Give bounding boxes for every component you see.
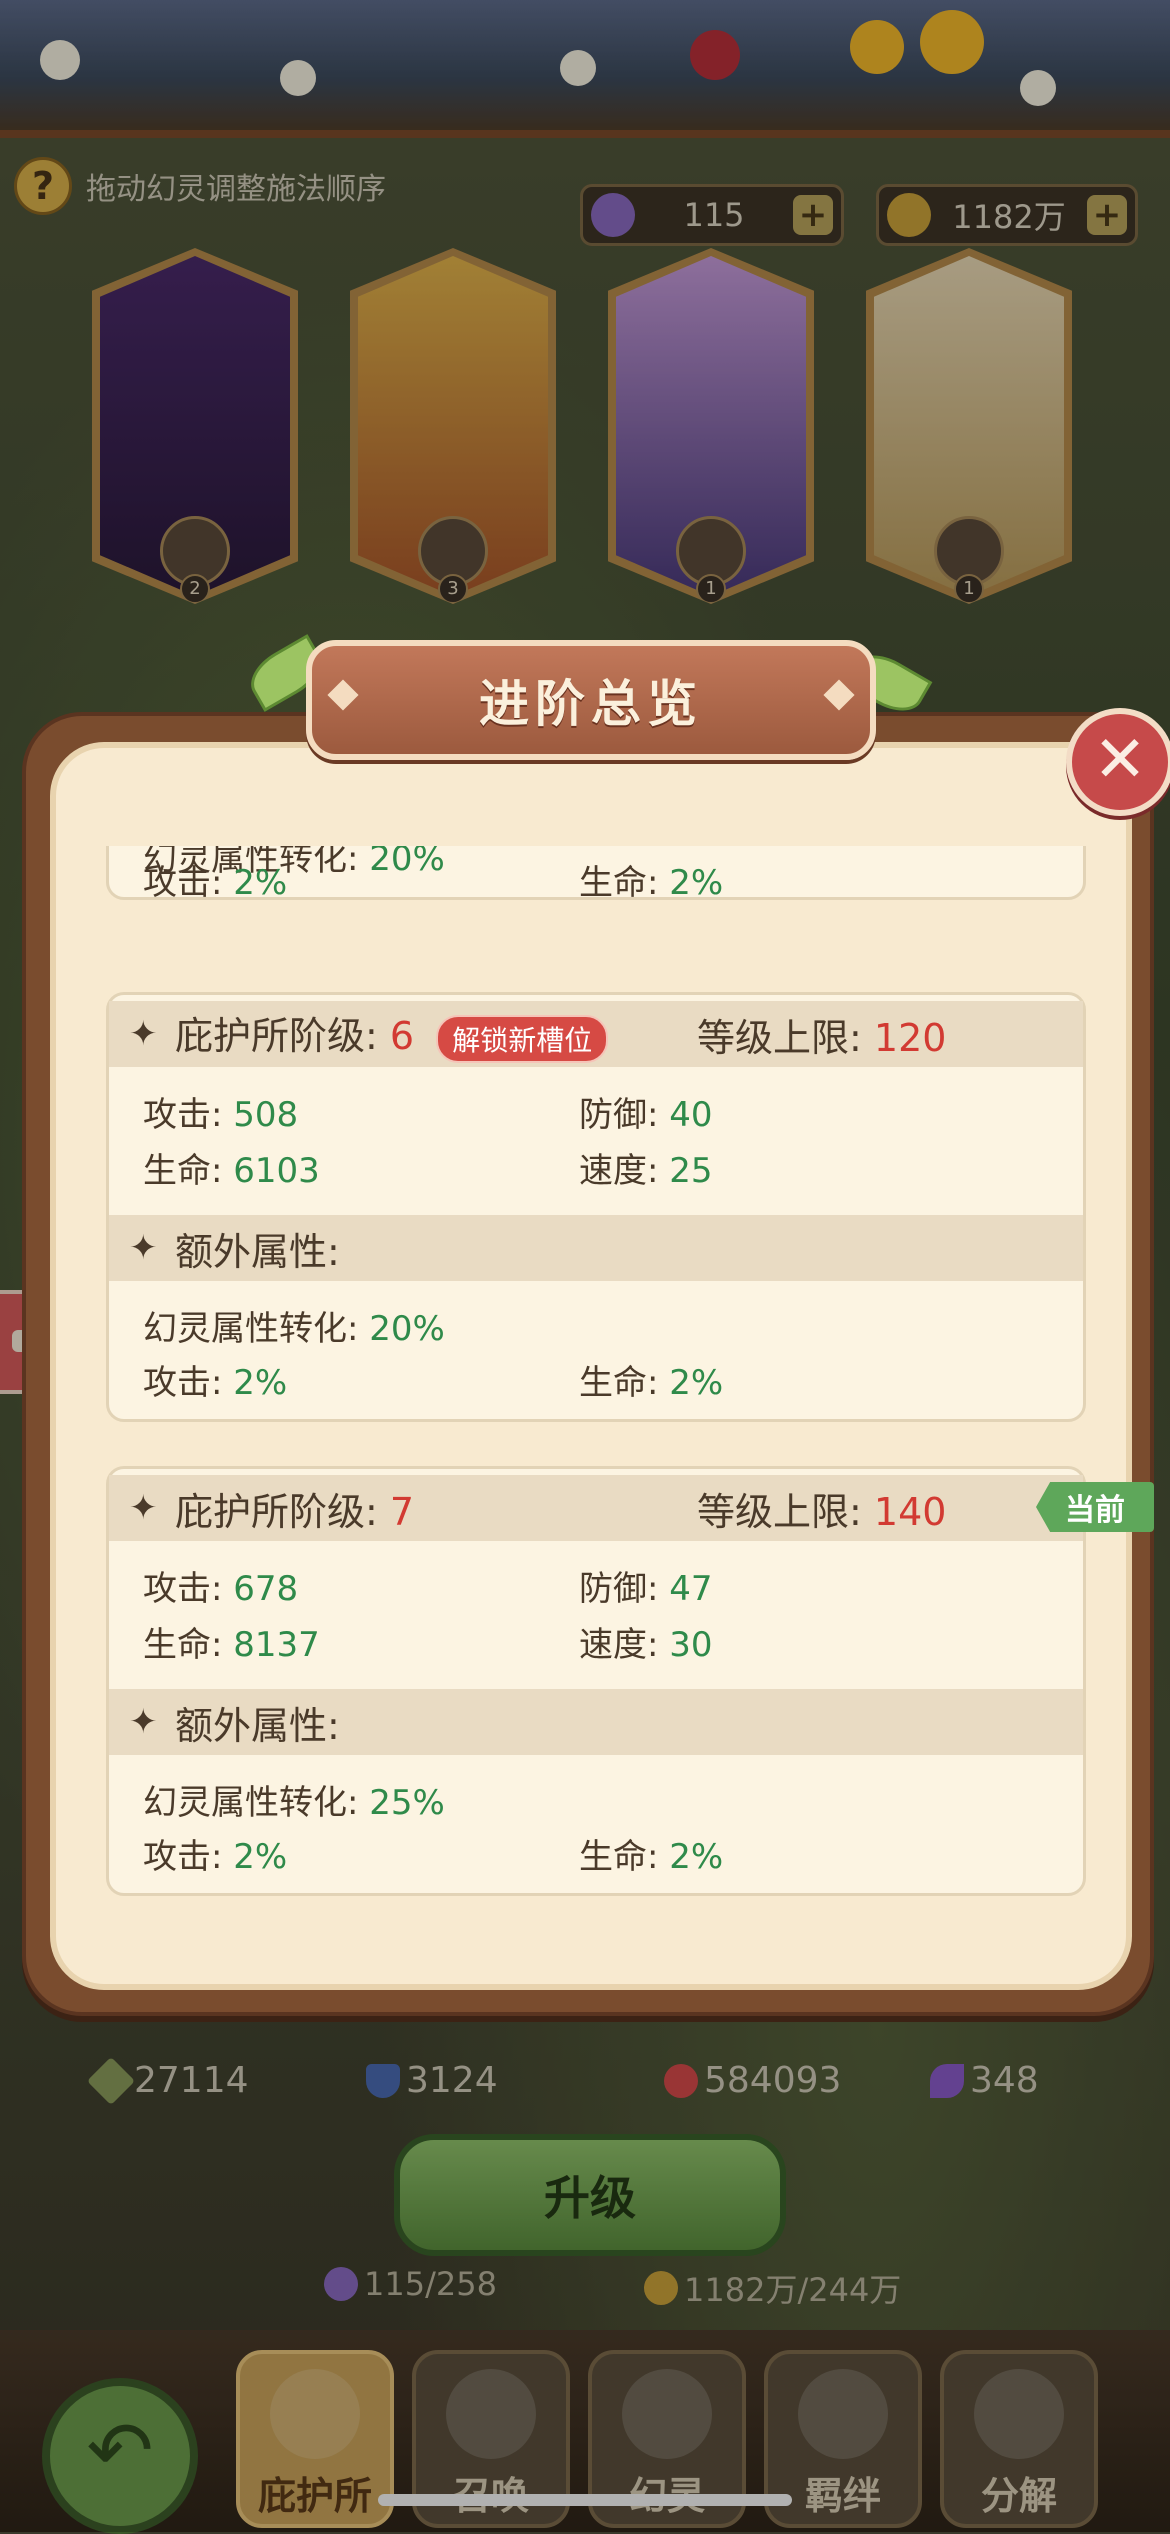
- stat-attack-row: 攻击: 678: [143, 1569, 299, 1609]
- modal-title: 进阶总览: [479, 675, 703, 733]
- sparkle-bullet-icon: ✦: [129, 1228, 158, 1268]
- extra-conversion: 幻灵属性转化: 25%: [143, 1783, 445, 1823]
- stat-speed-row: 速度: 25: [579, 1151, 713, 1191]
- unlock-slot-badge: 解锁新槽位: [436, 1014, 609, 1063]
- diamond-ornament-icon: [327, 679, 359, 711]
- modal-title-plate: 进阶总览: [306, 640, 876, 760]
- tier-scroll-list[interactable]: 幻灵属性转化: 20% 攻击: 2% 生命: 2% ✦ 庇护所阶级: 6 解锁新…: [92, 846, 1088, 1966]
- stat-speed-row: 速度: 30: [579, 1625, 713, 1665]
- tier-level-label: 庇护所阶级:: [175, 1489, 378, 1534]
- sparkle-bullet-icon: ✦: [129, 1702, 158, 1742]
- tier-panel-6: ✦ 庇护所阶级: 6 解锁新槽位 等级上限: 120 攻击: 508 防御: 4…: [106, 992, 1086, 1422]
- sparkle-bullet-icon: ✦: [129, 1014, 158, 1054]
- tier-header: ✦ 庇护所阶级: 7 等级上限: 140: [109, 1475, 1083, 1541]
- close-button[interactable]: ✕: [1066, 708, 1170, 816]
- current-tier-tag: 当前: [1036, 1482, 1154, 1532]
- tier-level-value: 7: [389, 1489, 415, 1534]
- extra-attack: 攻击: 2%: [143, 863, 288, 903]
- extra-conversion: 幻灵属性转化: 20%: [143, 1309, 445, 1349]
- extra-header: ✦ 额外属性:: [109, 1215, 1083, 1281]
- tier-level-label: 庇护所阶级:: [175, 1014, 378, 1059]
- level-cap: 等级上限: 120: [697, 1015, 947, 1060]
- extra-attack: 攻击: 2%: [143, 1837, 288, 1877]
- stat-hp-row: 生命: 6103: [143, 1151, 320, 1191]
- tier-level-value: 6: [389, 1014, 415, 1059]
- extra-hp: 生命: 2%: [579, 863, 724, 903]
- extra-header: ✦ 额外属性:: [109, 1689, 1083, 1755]
- stat-attack-row: 攻击: 508: [143, 1095, 299, 1135]
- stat-hp-row: 生命: 8137: [143, 1625, 320, 1665]
- extra-hp: 生命: 2%: [579, 1837, 724, 1877]
- extra-attack: 攻击: 2%: [143, 1363, 288, 1403]
- extra-hp: 生命: 2%: [579, 1363, 724, 1403]
- stat-defense-row: 防御: 47: [579, 1569, 713, 1609]
- stat-defense-row: 防御: 40: [579, 1095, 713, 1135]
- close-icon: ✕: [1093, 723, 1147, 797]
- tier-panel-7: ✦ 庇护所阶级: 7 等级上限: 140 攻击: 678 防御: 47 生命: …: [106, 1466, 1086, 1896]
- sparkle-bullet-icon: ✦: [129, 1488, 158, 1528]
- level-cap: 等级上限: 140: [697, 1489, 947, 1534]
- diamond-ornament-icon: [823, 679, 855, 711]
- tier-header: ✦ 庇护所阶级: 6 解锁新槽位 等级上限: 120: [109, 1001, 1083, 1067]
- tier-panel-5: 幻灵属性转化: 20% 攻击: 2% 生命: 2%: [106, 846, 1086, 903]
